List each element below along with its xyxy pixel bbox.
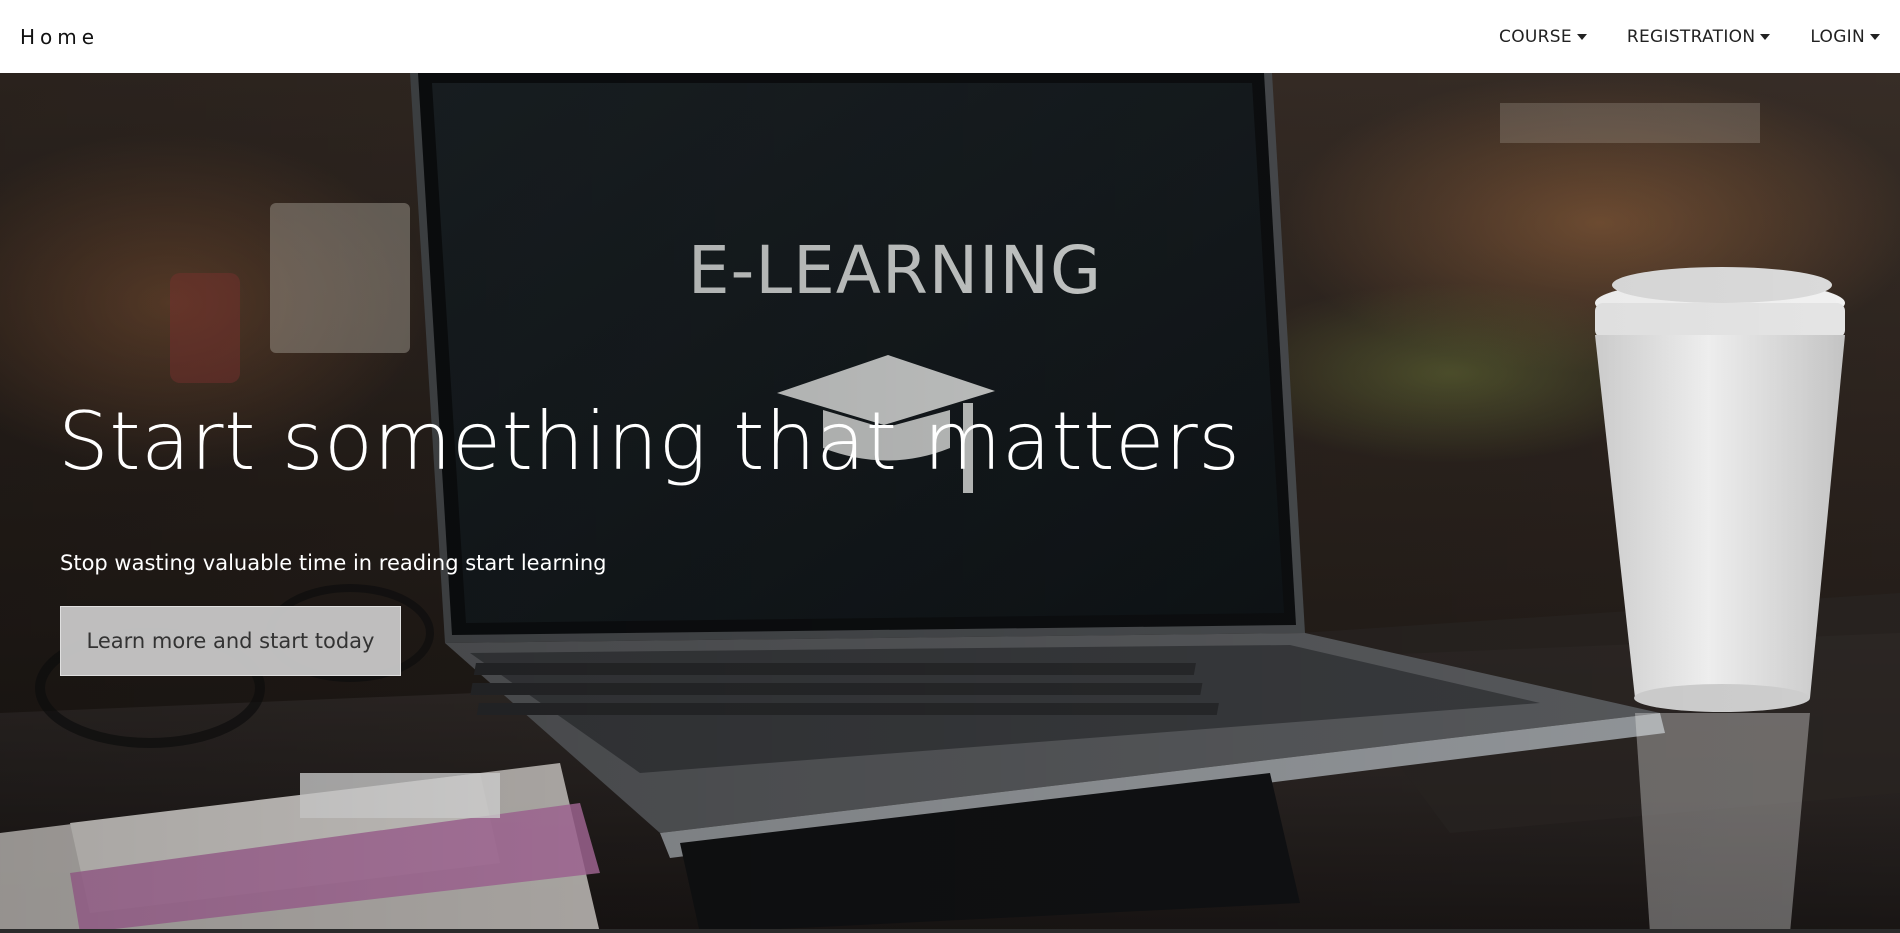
- nav-login-label: LOGIN: [1810, 26, 1865, 47]
- hero-subtitle: Stop wasting valuable time in reading st…: [60, 551, 607, 575]
- nav-login-dropdown[interactable]: LOGIN: [1810, 27, 1880, 47]
- learn-more-button[interactable]: Learn more and start today: [60, 606, 401, 676]
- nav-registration-dropdown[interactable]: REGISTRATION: [1626, 26, 1771, 47]
- hero-section: E-LEARNING Start something that matters …: [0, 73, 1900, 933]
- hero-overlay: [0, 73, 1900, 933]
- nav-menu: COURSE REGISTRATION LOGIN: [1499, 0, 1880, 73]
- top-navbar: Home COURSE REGISTRATION LOGIN: [0, 0, 1900, 73]
- home-link[interactable]: Home: [20, 25, 99, 49]
- bottom-border: [0, 929, 1900, 933]
- nav-course-dropdown[interactable]: COURSE: [1499, 27, 1587, 47]
- caret-down-icon: [1870, 33, 1880, 40]
- nav-registration-label: REGISTRATION: [1626, 26, 1756, 47]
- nav-course-label: COURSE: [1499, 26, 1572, 47]
- caret-down-icon: [1576, 33, 1587, 40]
- hero-title: Start something that matters: [58, 395, 1241, 488]
- caret-down-icon: [1760, 33, 1771, 40]
